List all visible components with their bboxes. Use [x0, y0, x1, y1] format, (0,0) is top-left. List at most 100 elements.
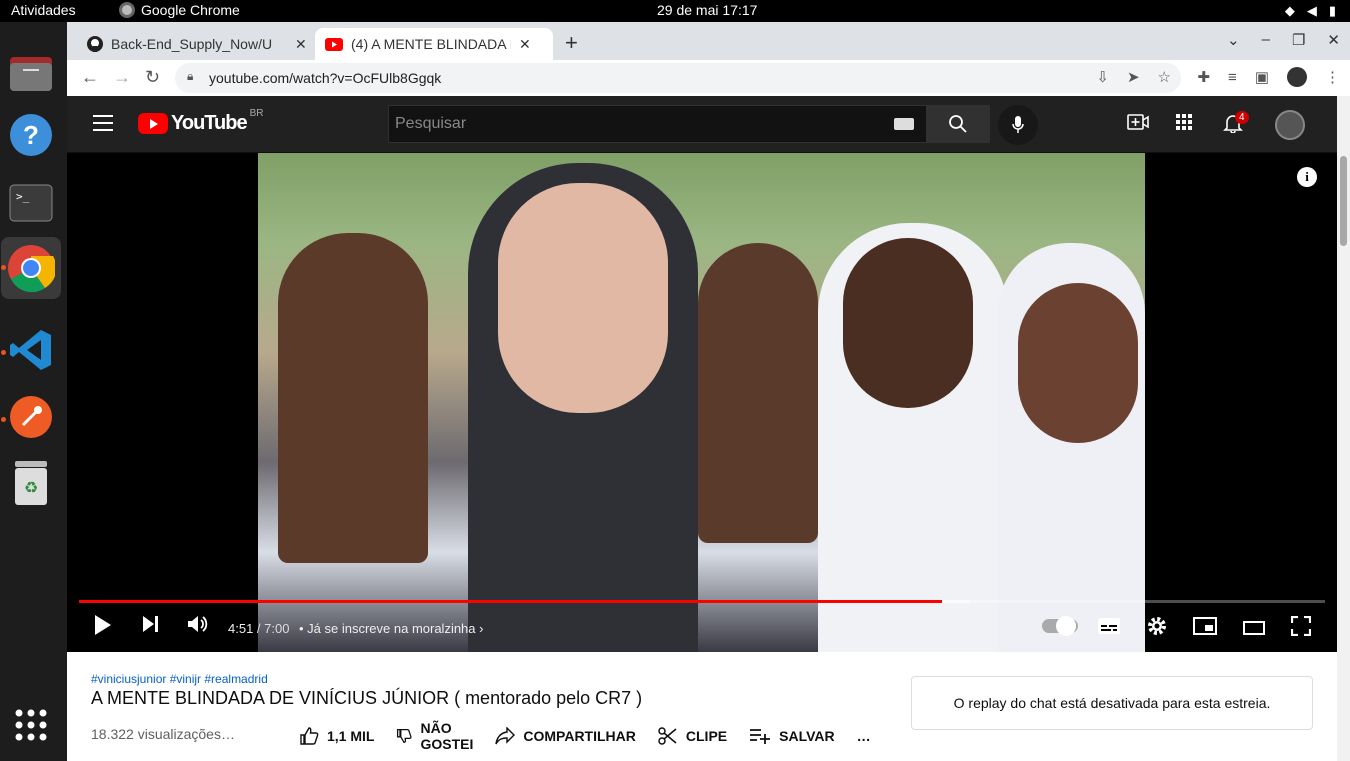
youtube-logo[interactable]: YouTube BR: [138, 108, 263, 135]
like-button[interactable]: 1,1 MIL: [299, 726, 374, 746]
play-button[interactable]: [93, 614, 113, 642]
dislike-label-line1: NÃO: [420, 720, 452, 736]
apps-grid-icon[interactable]: [1175, 113, 1193, 136]
media-controls-icon[interactable]: ≡: [1228, 69, 1237, 86]
chrome-dock-icon[interactable]: [1, 237, 61, 299]
share-arrow-icon: [495, 727, 516, 745]
video-title: A MENTE BLINDADA DE VINÍCIUS JÚNIOR ( me…: [91, 688, 643, 708]
video-figure: [698, 243, 818, 543]
view-count[interactable]: 18.322 visualizações…: [91, 726, 235, 742]
thumbs-down-icon: [397, 728, 413, 744]
reload-icon[interactable]: ↻: [145, 67, 160, 88]
app-menu[interactable]: Google Chrome: [119, 2, 240, 18]
clip-button[interactable]: CLIPE: [658, 726, 727, 746]
side-panel-icon[interactable]: ▣: [1255, 68, 1269, 86]
video-details: #viniciusjunior #vinijr #realmadrid A ME…: [67, 652, 1337, 761]
settings-button[interactable]: [1147, 616, 1167, 642]
omnibox-actions: ⇩ ➤ ☆: [1096, 68, 1171, 86]
country-code: BR: [249, 108, 264, 119]
close-tab-icon[interactable]: ✕: [295, 36, 307, 53]
help-app-icon[interactable]: ?: [8, 112, 54, 158]
hashtags[interactable]: #viniciusjunior #vinijr #realmadrid: [91, 672, 268, 686]
closed-captions-icon: [1098, 618, 1120, 634]
forward-arrow-icon[interactable]: →: [113, 67, 131, 88]
mute-button[interactable]: [187, 614, 209, 640]
progress-bar[interactable]: [79, 600, 1325, 603]
total-time: / 7:00: [253, 621, 290, 636]
info-icon[interactable]: i: [1297, 167, 1317, 187]
save-button[interactable]: SALVAR: [749, 728, 835, 744]
subtitles-button[interactable]: [1097, 617, 1121, 641]
keyboard-icon[interactable]: [894, 118, 914, 130]
new-tab-button[interactable]: +: [565, 30, 578, 56]
video-figure: [498, 183, 668, 413]
terminal-app-icon[interactable]: >_: [8, 180, 54, 226]
youtube-icon: [325, 37, 343, 51]
tab-title: (4) A MENTE BLINDADA D: [351, 36, 511, 52]
video-player[interactable]: i 4:51 / 7:00 • Já se inscreve na moralz…: [67, 153, 1337, 652]
files-app-icon[interactable]: [8, 50, 54, 96]
chrome-menu-icon[interactable]: ⋮: [1325, 68, 1340, 86]
send-to-device-icon[interactable]: ➤: [1127, 68, 1140, 86]
miniplayer-button[interactable]: [1193, 617, 1217, 641]
voice-search-button[interactable]: [998, 105, 1038, 145]
tab-search-chevron-icon[interactable]: ⌄: [1227, 31, 1240, 49]
svg-text:>_: >_: [16, 190, 30, 203]
tab-title: Back-End_Supply_Now/U: [111, 36, 273, 52]
create-video-icon[interactable]: [1127, 113, 1149, 136]
current-time: 4:51: [228, 621, 254, 636]
skip-next-icon: [143, 616, 158, 632]
svg-text:?: ?: [23, 120, 39, 150]
theater-mode-button[interactable]: [1243, 618, 1265, 641]
system-tray[interactable]: ◆ ◀ ▮: [1285, 3, 1336, 19]
scissors-icon: [658, 727, 677, 745]
microphone-icon: [1012, 116, 1024, 133]
more-horizontal-icon: …: [856, 728, 871, 744]
lock-icon[interactable]: 🔒︎: [187, 69, 193, 84]
youtube-page: YouTube BR 4: [67, 96, 1337, 761]
tab-youtube[interactable]: (4) A MENTE BLINDADA D ✕: [315, 28, 553, 60]
install-app-icon[interactable]: ⇩: [1096, 68, 1109, 86]
next-button[interactable]: [141, 614, 161, 640]
more-actions-button[interactable]: …: [857, 728, 871, 744]
vscode-app-icon[interactable]: [8, 327, 54, 373]
video-figure: [1018, 283, 1138, 443]
tab-github[interactable]: Back-End_Supply_Now/U ✕: [77, 28, 317, 60]
search-button[interactable]: [926, 105, 990, 143]
profile-avatar[interactable]: [1287, 67, 1307, 87]
share-button[interactable]: COMPARTILHAR: [495, 727, 636, 745]
app-name-label: Google Chrome: [141, 2, 240, 18]
page-scrollbar[interactable]: [1337, 96, 1350, 761]
autoplay-toggle[interactable]: [1042, 616, 1078, 636]
bookmark-star-icon[interactable]: ☆: [1158, 68, 1171, 86]
dislike-button[interactable]: NÃO GOSTEI: [396, 720, 473, 752]
search-input[interactable]: [389, 106, 869, 142]
vscode-running-indicator: [1, 350, 6, 355]
chapter-title[interactable]: • Já se inscreve na moralzinha ›: [299, 621, 484, 636]
like-count: 1,1 MIL: [327, 728, 375, 744]
extensions-puzzle-icon[interactable]: ✚: [1197, 68, 1210, 86]
toolbar: ← → ↻ 🔒︎ youtube.com/watch?v=OcFUlb8Ggqk…: [67, 60, 1350, 96]
maximize-button[interactable]: ❐: [1292, 31, 1305, 49]
time-display: 4:51 / 7:00: [228, 621, 289, 636]
hamburger-menu-icon[interactable]: [93, 115, 113, 136]
clock[interactable]: 29 de mai 17:17: [657, 2, 757, 18]
postman-app-icon[interactable]: [8, 394, 54, 440]
chapter-label: • Já se inscreve na moralzinha: [299, 621, 476, 636]
volume-icon: [188, 616, 208, 632]
trash-icon[interactable]: ♻: [8, 460, 54, 506]
account-avatar[interactable]: [1275, 110, 1305, 140]
scrollbar-thumb[interactable]: [1340, 156, 1347, 246]
activities-button[interactable]: Atividades: [11, 2, 76, 18]
video-frame[interactable]: [258, 153, 1145, 652]
address-bar[interactable]: 🔒︎ youtube.com/watch?v=OcFUlb8Ggqk ⇩ ➤ ☆: [175, 63, 1181, 93]
action-bar: 1,1 MIL NÃO GOSTEI COMPARTILHAR CLIPE SA…: [299, 720, 893, 752]
show-apps-grid-icon[interactable]: [8, 702, 54, 748]
close-window-button[interactable]: ✕: [1327, 31, 1340, 49]
volume-icon: ◀: [1306, 3, 1317, 18]
minimize-button[interactable]: –: [1262, 31, 1270, 49]
close-tab-icon[interactable]: ✕: [519, 36, 531, 53]
fullscreen-button[interactable]: [1290, 615, 1312, 642]
url-text[interactable]: youtube.com/watch?v=OcFUlb8Ggqk: [209, 70, 441, 86]
back-arrow-icon[interactable]: ←: [81, 67, 99, 88]
